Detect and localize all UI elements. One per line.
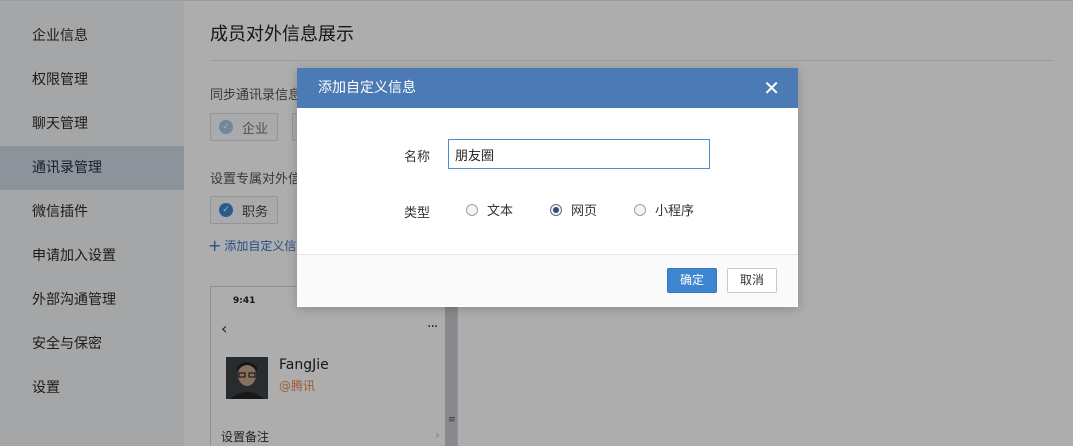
name-input[interactable] <box>448 139 710 169</box>
radio-icon <box>634 203 646 216</box>
confirm-button[interactable]: 确定 <box>667 268 717 293</box>
cancel-button[interactable]: 取消 <box>727 268 777 293</box>
radio-webpage[interactable]: 网页 <box>550 200 597 219</box>
radio-icon <box>550 203 562 216</box>
dialog-header: 添加自定义信息 ✕ <box>297 68 798 108</box>
add-custom-info-dialog: 添加自定义信息 ✕ 名称 类型 文本 网页 小程序 确定 取消 <box>297 68 798 307</box>
name-label: 名称 <box>404 150 431 165</box>
dialog-body: 名称 类型 文本 网页 小程序 <box>297 108 798 255</box>
radio-label: 小程序 <box>655 204 695 219</box>
dialog-title: 添加自定义信息 <box>318 80 416 96</box>
type-label: 类型 <box>404 206 431 221</box>
radio-mini-program[interactable]: 小程序 <box>634 200 694 219</box>
close-icon[interactable]: ✕ <box>763 68 780 108</box>
radio-label: 网页 <box>571 204 598 219</box>
radio-label: 文本 <box>487 204 514 219</box>
radio-text[interactable]: 文本 <box>466 200 513 219</box>
dialog-footer: 确定 取消 <box>297 255 798 306</box>
radio-icon <box>466 203 478 216</box>
